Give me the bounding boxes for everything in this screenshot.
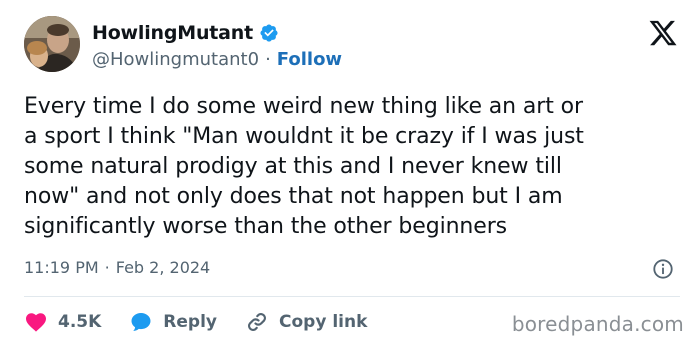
reply-button[interactable]: Reply	[129, 310, 217, 334]
author-handle-row: @Howlingmutant0 · Follow	[92, 47, 342, 71]
watermark: boredpanda.com	[511, 312, 684, 336]
link-icon	[245, 310, 269, 334]
info-icon[interactable]	[652, 258, 674, 280]
like-count: 4.5K	[58, 312, 102, 332]
like-button[interactable]: 4.5K	[24, 310, 101, 334]
verified-badge-icon	[259, 23, 279, 43]
tweet-text: Every time I do some weird new thing lik…	[24, 94, 584, 239]
avatar[interactable]	[24, 16, 80, 72]
follow-button[interactable]: Follow	[277, 49, 342, 70]
tweet-timestamp[interactable]: 11:19 PM · Feb 2, 2024	[24, 258, 210, 277]
divider	[24, 296, 680, 297]
tweet-card: HowlingMutant @Howlingmutant0 · Follow E…	[0, 0, 700, 348]
tweet-time: 11:19 PM	[24, 258, 99, 277]
author-name-row: HowlingMutant	[92, 20, 279, 46]
action-bar: 4.5K Reply Copy link	[24, 308, 395, 336]
timestamp-separator: ·	[104, 258, 110, 277]
copy-link-button[interactable]: Copy link	[245, 310, 367, 334]
avatar-photo	[24, 16, 80, 72]
author-handle[interactable]: @Howlingmutant0	[92, 49, 259, 70]
x-logo-icon[interactable]	[648, 18, 678, 48]
author-display-name[interactable]: HowlingMutant	[92, 22, 253, 44]
reply-label: Reply	[163, 312, 217, 332]
heart-icon	[24, 310, 48, 334]
speech-bubble-icon	[129, 310, 153, 334]
copy-link-label: Copy link	[279, 312, 368, 332]
tweet-date: Feb 2, 2024	[115, 258, 211, 277]
handle-separator: ·	[265, 48, 271, 70]
